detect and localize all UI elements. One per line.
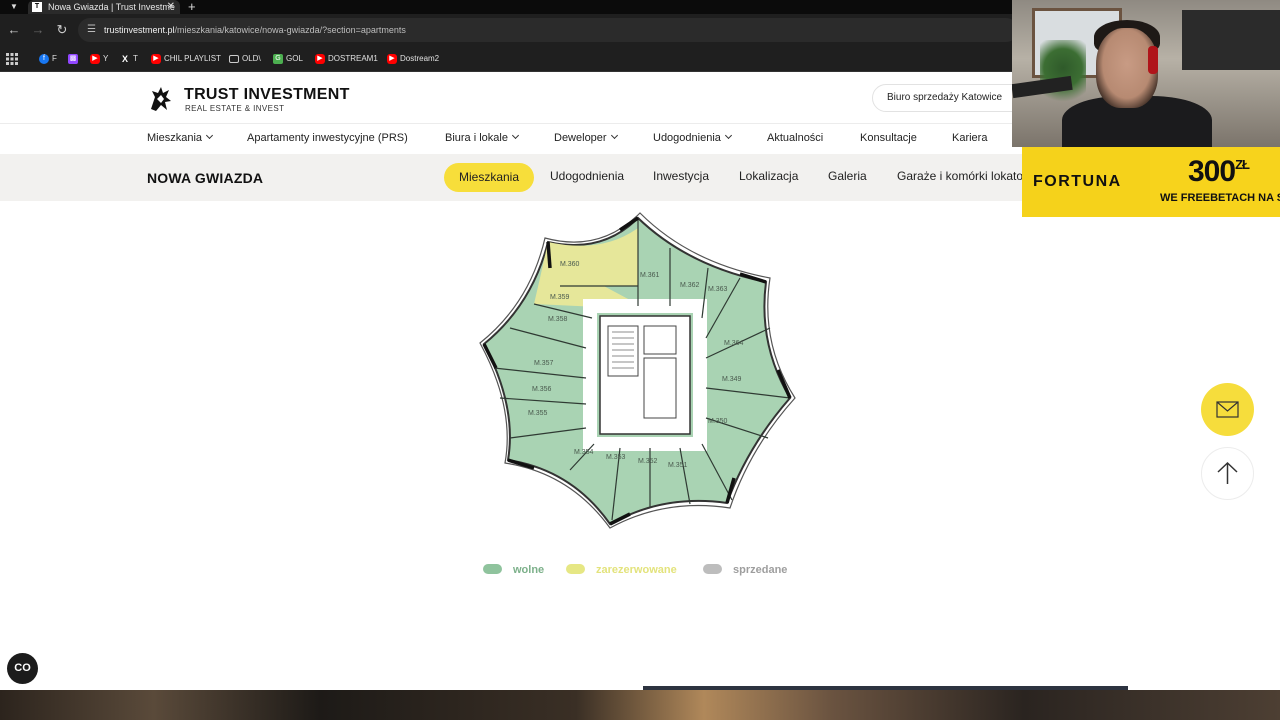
tab-search-icon[interactable]: ▼ bbox=[6, 0, 22, 14]
facebook-icon: f bbox=[39, 54, 49, 64]
nav-deweloper[interactable]: Deweloper bbox=[554, 131, 618, 144]
project-name: NOWA GWIAZDA bbox=[147, 170, 264, 186]
video-overlay-strip bbox=[0, 690, 1280, 720]
youtube-icon: ▶ bbox=[387, 54, 397, 64]
forward-icon[interactable]: → bbox=[30, 22, 46, 38]
legend-wolne: wolne bbox=[483, 563, 544, 577]
ad-fine-print bbox=[1030, 203, 1146, 213]
subnav-mieszkania[interactable]: Mieszkania bbox=[444, 163, 534, 192]
youtube-icon: ▶ bbox=[90, 54, 100, 64]
unit-label[interactable]: M.362 bbox=[680, 282, 699, 289]
chevron-down-icon bbox=[610, 131, 618, 140]
browser-tab[interactable]: T Nowa Gwiazda | Trust Investme ✕ bbox=[28, 0, 180, 14]
logo-title[interactable]: TRUST INVESTMENT bbox=[184, 86, 350, 104]
folder-icon bbox=[229, 55, 239, 63]
unit-label[interactable]: M.353 bbox=[606, 454, 625, 461]
youtube-icon: ▶ bbox=[151, 54, 161, 64]
nav-apartamenty-prs[interactable]: Apartamenty inwestycyjne (PRS) bbox=[247, 132, 408, 144]
arrow-up-icon bbox=[1217, 461, 1238, 484]
bookmark-youtube[interactable]: ▶ Y bbox=[90, 52, 108, 66]
address-bar[interactable]: ☰ trustinvestment.pl/mieszkania/katowice… bbox=[78, 18, 1018, 42]
nav-udogodnienia[interactable]: Udogodnienia bbox=[653, 131, 732, 144]
unit-label[interactable]: M.351 bbox=[668, 462, 687, 469]
unit-label[interactable]: M.355 bbox=[528, 410, 547, 417]
bookmark-dostream2[interactable]: ▶ Dostream2 bbox=[387, 52, 439, 66]
bookmark-twitch[interactable]: ▩ bbox=[68, 52, 81, 66]
unit-label[interactable]: M.361 bbox=[640, 272, 659, 279]
unit-m360 bbox=[540, 228, 638, 286]
reload-icon[interactable]: ↻ bbox=[54, 22, 70, 38]
new-tab-icon[interactable]: + bbox=[188, 0, 196, 14]
bookmark-facebook[interactable]: f F bbox=[39, 52, 57, 66]
legend-swatch bbox=[703, 564, 722, 574]
url-domain: trustinvestment.pl bbox=[104, 25, 175, 35]
bookmark-folder-old[interactable]: OLD\ bbox=[229, 52, 261, 66]
subnav-udogodnienia[interactable]: Udogodnienia bbox=[550, 169, 624, 183]
nav-biura-i-lokale[interactable]: Biura i lokale bbox=[445, 131, 520, 144]
url-path: /mieszkania/katowice/nowa-gwiazda/?secti… bbox=[174, 25, 406, 35]
back-icon[interactable]: ← bbox=[6, 22, 22, 38]
site-favicon-icon: T bbox=[32, 2, 42, 12]
subnav-lokalizacja[interactable]: Lokalizacja bbox=[739, 169, 798, 183]
youtube-icon: ▶ bbox=[315, 54, 325, 64]
chevron-down-icon bbox=[511, 131, 520, 140]
bookmark-chil-playlist[interactable]: ▶ CHIL PLAYLIST bbox=[151, 52, 221, 66]
gol-icon: G bbox=[273, 54, 283, 64]
mail-icon bbox=[1216, 401, 1239, 418]
legend-swatch bbox=[483, 564, 502, 574]
unit-label[interactable]: M.352 bbox=[638, 458, 657, 465]
webcam-plant bbox=[1040, 40, 1086, 110]
headset-icon bbox=[1148, 46, 1158, 74]
x-icon: X bbox=[121, 54, 128, 64]
contact-mail-button[interactable] bbox=[1201, 383, 1254, 436]
fortuna-ad-banner[interactable]: FORTUNA 300ZŁ WE FREEBETACH NA STAR bbox=[1022, 147, 1280, 217]
ad-tagline: WE FREEBETACH NA STAR bbox=[1160, 192, 1280, 204]
legend-sprzedane: sprzedane bbox=[703, 563, 787, 577]
nav-mieszkania[interactable]: Mieszkania bbox=[147, 131, 214, 144]
unit-label[interactable]: M.354 bbox=[574, 449, 593, 456]
streamer-webcam bbox=[1012, 0, 1280, 147]
subnav-inwestycja[interactable]: Inwestycja bbox=[653, 169, 709, 183]
ad-brand-panel: FORTUNA bbox=[1022, 147, 1150, 217]
sales-office-button[interactable]: Biuro sprzedaży Katowice bbox=[872, 84, 1032, 112]
bookmark-dostream1[interactable]: ▶ DOSTREAM1 bbox=[315, 52, 378, 66]
floor-plan: M.360 M.361 M.362 M.363 M.364 M.349 M.35… bbox=[470, 208, 810, 538]
ad-amount: 300ZŁ bbox=[1188, 155, 1250, 188]
griffin-logo-icon[interactable] bbox=[147, 85, 175, 113]
chevron-down-icon bbox=[205, 131, 214, 140]
unit-label[interactable]: M.360 bbox=[560, 261, 579, 268]
unit-label[interactable]: M.349 bbox=[722, 376, 741, 383]
legend-zarezerwowane: zarezerwowane bbox=[566, 563, 677, 577]
site-info-icon[interactable]: ☰ bbox=[87, 18, 96, 42]
unit-label[interactable]: M.359 bbox=[550, 294, 569, 301]
twitch-icon: ▩ bbox=[68, 54, 78, 64]
scroll-to-top-button[interactable] bbox=[1201, 447, 1254, 500]
floor-plan-drawing bbox=[479, 212, 796, 529]
apps-grid-icon[interactable] bbox=[6, 52, 18, 66]
unit-label[interactable]: M.363 bbox=[708, 286, 727, 293]
chevron-down-icon bbox=[724, 131, 732, 140]
nav-kariera[interactable]: Kariera bbox=[952, 132, 987, 144]
unit-label[interactable]: M.357 bbox=[534, 360, 553, 367]
unit-label[interactable]: M.358 bbox=[548, 316, 567, 323]
nav-konsultacje[interactable]: Konsultacje bbox=[860, 132, 917, 144]
logo-subtitle: REAL ESTATE & INVEST bbox=[185, 104, 285, 113]
unit-label[interactable]: M.350 bbox=[708, 418, 727, 425]
cookie-settings-button[interactable]: CO bbox=[7, 653, 38, 684]
close-tab-icon[interactable]: ✕ bbox=[167, 0, 175, 14]
tab-title: Nowa Gwiazda | Trust Investme bbox=[48, 2, 175, 12]
unit-label[interactable]: M.356 bbox=[532, 386, 551, 393]
unit-label[interactable]: M.364 bbox=[724, 340, 743, 347]
ad-brand-name: FORTUNA bbox=[1033, 173, 1122, 190]
webcam-shelf bbox=[1182, 10, 1280, 70]
bookmark-x[interactable]: X T bbox=[120, 52, 138, 66]
subnav-galeria[interactable]: Galeria bbox=[828, 169, 867, 183]
legend-swatch bbox=[566, 564, 585, 574]
nav-aktualnosci[interactable]: Aktualności bbox=[767, 132, 823, 144]
cookie-settings-icon: CO bbox=[14, 662, 31, 674]
bookmark-gol[interactable]: G GOL bbox=[273, 52, 303, 66]
